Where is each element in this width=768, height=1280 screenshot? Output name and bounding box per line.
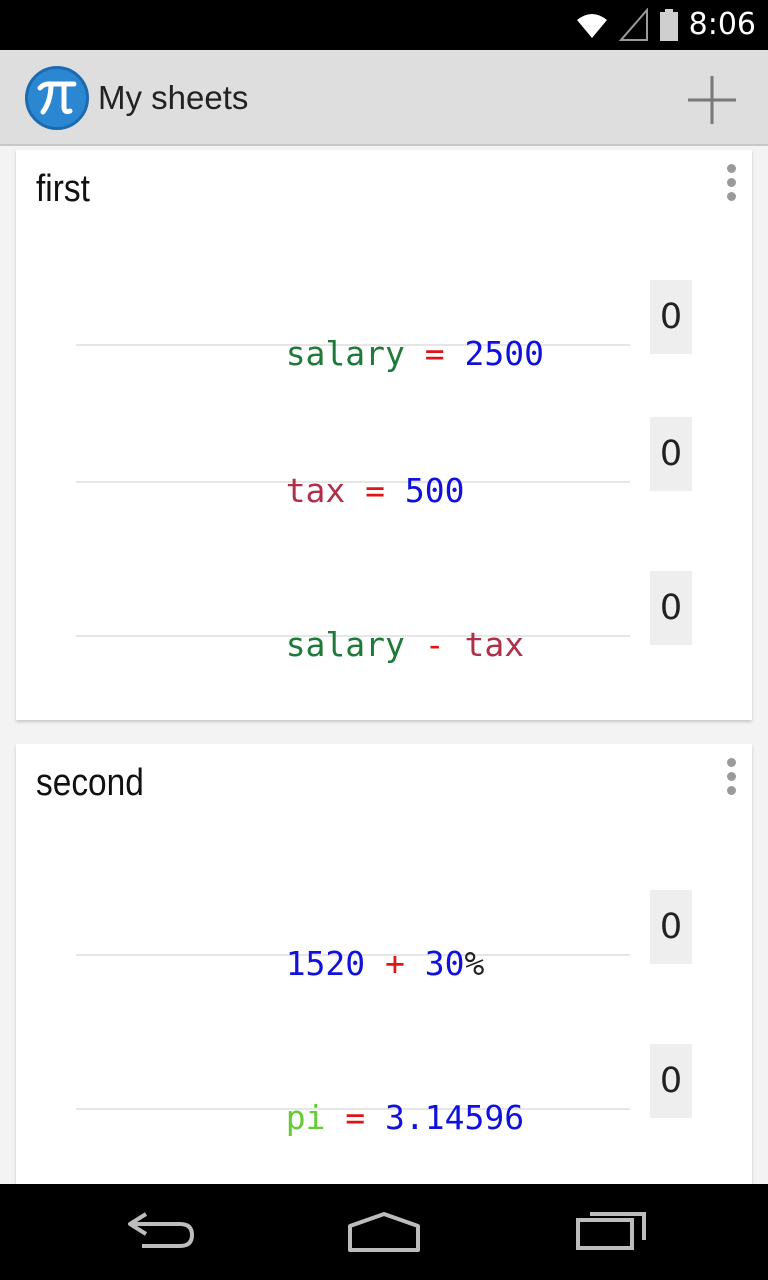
expression-input[interactable]: salary = 2500 [76,280,630,373]
result-box: 0 [650,1044,692,1118]
result-box: 0 [650,417,692,491]
status-bar: 8:06 [0,0,768,50]
expression-token: + [365,944,425,983]
expression-input[interactable]: pi = 3.14596 [76,1044,630,1137]
expression-text: 1520 + 30% [87,904,485,1024]
back-button[interactable] [110,1202,210,1262]
expression-token: pi [285,1098,326,1137]
home-button[interactable] [334,1202,434,1262]
sheet-title[interactable]: second [36,758,144,808]
result-value: 0 [659,1061,683,1101]
sheet-card[interactable]: second 1520 + 30% 0 pi = 3.14596 0 [16,744,752,1184]
expression-text: pi = 3.14596 [87,1058,524,1178]
expression-input[interactable]: 1520 + 30% [76,890,630,983]
overflow-dot-icon [727,786,736,795]
sheet-overflow-menu[interactable] [722,758,742,798]
home-icon [348,1212,420,1252]
expression-token: 3.14596 [385,1098,525,1137]
expression-token: tax [464,625,525,664]
expression-token: salary [285,334,405,373]
sheet-card[interactable]: first salary = 2500 0 tax = 500 0 salary… [16,150,752,720]
result-value: 0 [659,434,683,474]
expression-token: salary [285,625,405,664]
result-box: 0 [650,890,692,964]
sheet-list: first salary = 2500 0 tax = 500 0 salary… [0,148,768,1184]
page-title: My sheets [98,79,249,116]
expression-input[interactable]: salary - tax [76,571,630,664]
expression-token: % [464,944,485,983]
back-icon [128,1212,195,1248]
recent-apps-icon [576,1212,646,1250]
wifi-icon [576,14,607,38]
expression-text: tax = 500 [87,431,465,551]
expression-token: tax [285,471,346,510]
sheet-overflow-menu[interactable] [722,164,742,204]
action-bar: My sheets [0,50,768,146]
sheet-title[interactable]: first [36,164,90,214]
overflow-dot-icon [727,772,736,781]
sheet-row: salary = 2500 0 [76,280,692,373]
sheet-row: tax = 500 0 [76,417,692,510]
signal-icon [618,8,648,41]
result-value: 0 [659,297,683,337]
battery-icon [659,9,678,41]
navigation-bar [0,1184,768,1280]
app-logo [25,66,89,130]
result-box: 0 [650,571,692,645]
overflow-dot-icon [727,178,736,187]
sheet-row: 1520 + 30% 0 [76,890,692,983]
expression-token: 30 [424,944,465,983]
sheet-row: pi = 3.14596 0 [76,1044,692,1137]
status-icons: 8:06 [575,6,756,44]
status-time: 8:06 [688,7,756,42]
overflow-dot-icon [727,758,736,767]
expression-token: = [325,1098,386,1137]
add-sheet-button[interactable] [682,70,742,130]
expression-token: 1520 [285,944,366,983]
expression-text: salary = 2500 [87,294,544,414]
sheet-row: salary - tax 0 [76,571,692,664]
expression-token: = [404,334,465,373]
expression-text: salary - tax [87,585,524,705]
pi-logo-icon [37,81,77,115]
overflow-dot-icon [727,192,736,201]
result-box: 0 [650,280,692,354]
expression-token: - [404,625,465,664]
expression-token: 2500 [464,334,544,373]
recent-apps-button[interactable] [562,1202,662,1262]
overflow-dot-icon [727,164,736,173]
expression-token: = [345,471,405,510]
expression-token: 500 [404,471,465,510]
result-value: 0 [659,588,683,628]
expression-input[interactable]: tax = 500 [76,417,630,510]
plus-icon [688,76,736,124]
result-value: 0 [659,907,683,947]
